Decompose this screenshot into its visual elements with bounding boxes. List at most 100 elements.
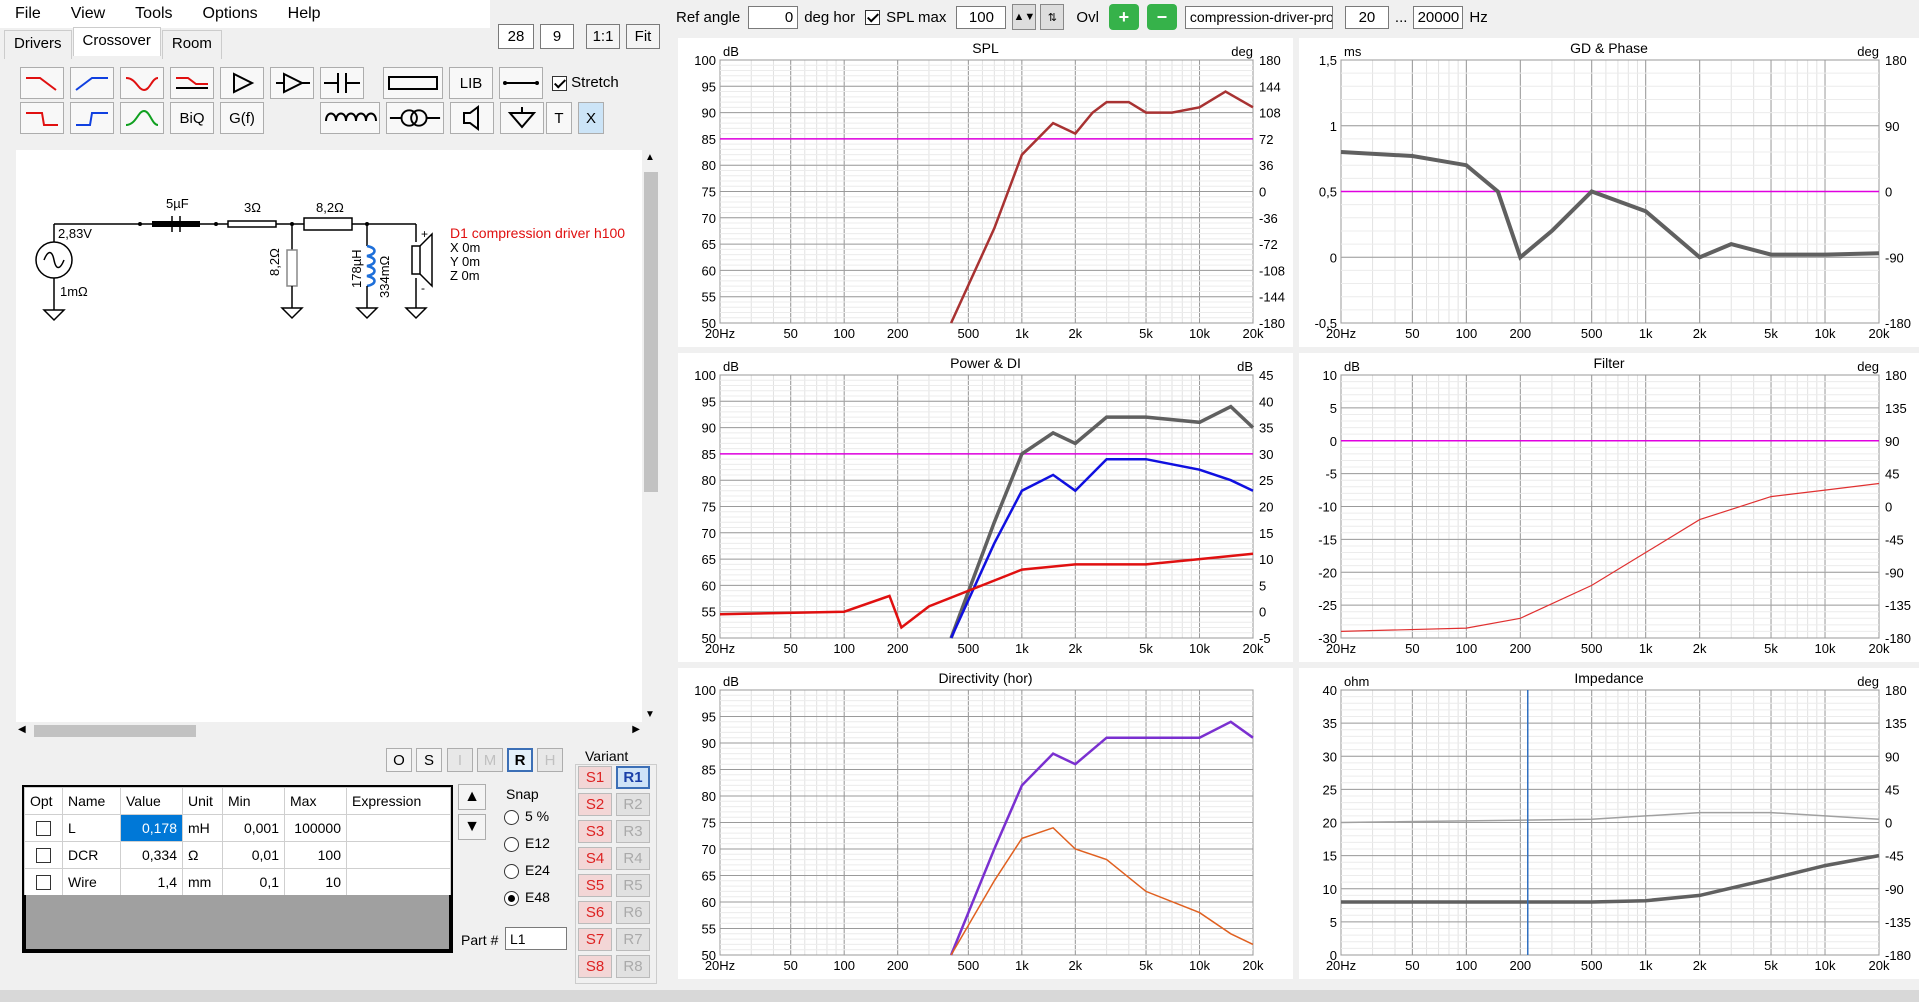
- variant-s2-button[interactable]: S2: [578, 793, 612, 816]
- shelf-button[interactable]: [170, 67, 214, 99]
- variant-r4-button[interactable]: R4: [616, 847, 650, 870]
- ground-button[interactable]: [500, 102, 544, 134]
- param-expression[interactable]: [346, 868, 451, 896]
- move-up-button[interactable]: ▲: [458, 784, 486, 810]
- m-button[interactable]: M: [477, 748, 503, 772]
- s-button[interactable]: S: [416, 748, 442, 772]
- tab-drivers[interactable]: Drivers: [4, 30, 72, 59]
- variant-s1-button[interactable]: S1: [578, 766, 612, 789]
- radio[interactable]: [504, 863, 519, 879]
- snap-option-e24[interactable]: E24: [504, 862, 550, 879]
- freq-min-input[interactable]: 20: [1344, 5, 1389, 29]
- power-di-plot[interactable]: 20Hz 50 100 200 500 1k 2k 5k 10k 20k 100 95 90 85 80 75…: [678, 353, 1293, 662]
- menu-help[interactable]: Help: [273, 5, 336, 23]
- scroll-down-icon[interactable]: ▼: [645, 709, 655, 720]
- r-button[interactable]: R: [507, 748, 533, 772]
- param-max[interactable]: 100000: [284, 814, 347, 842]
- zoom-b-field[interactable]: 9: [540, 24, 574, 49]
- snap-option-e48[interactable]: E48: [504, 889, 550, 906]
- h-button[interactable]: H: [537, 748, 563, 772]
- spl-spin-button[interactable]: ▲▼: [1012, 4, 1037, 30]
- scroll-left-icon[interactable]: ◀: [18, 724, 26, 735]
- freq-max-input[interactable]: 20000: [1413, 5, 1464, 29]
- variant-s5-button[interactable]: S5: [578, 874, 612, 897]
- stretch-checkbox[interactable]: [552, 75, 567, 91]
- impedance-plot[interactable]: 20Hz 50 100 200 500 1k 2k 5k 10k 20k 40 35 30 25 20 15 1…: [1299, 668, 1919, 979]
- i-button[interactable]: I: [447, 748, 473, 772]
- wire-button[interactable]: [499, 67, 543, 99]
- overlay-file-input[interactable]: compression-driver-prote: [1184, 5, 1333, 29]
- library-button[interactable]: LIB: [449, 67, 493, 99]
- radio[interactable]: [504, 809, 519, 825]
- variant-s3-button[interactable]: S3: [578, 820, 612, 843]
- snap-option-e12[interactable]: E12: [504, 835, 550, 852]
- tab-room[interactable]: Room: [161, 30, 222, 59]
- spl-auto-button[interactable]: ⇅: [1040, 4, 1065, 30]
- radio[interactable]: [504, 836, 519, 852]
- param-expression[interactable]: [346, 841, 451, 869]
- spl-plot[interactable]: 20Hz 50 100 200 500 1k 2k 5k 10k 20k 100 95 90 85 80 75…: [678, 38, 1293, 347]
- scroll-up-icon[interactable]: ▲: [645, 152, 655, 163]
- table-row[interactable]: L 0,178 mH 0,001 100000: [24, 814, 451, 842]
- notch-red-button[interactable]: [120, 67, 164, 99]
- horizontal-scroll-thumb[interactable]: [34, 725, 196, 737]
- tab-crossover[interactable]: Crossover: [72, 27, 161, 56]
- variant-r2-button[interactable]: R2: [616, 793, 650, 816]
- zoom-a-field[interactable]: 28: [498, 24, 534, 49]
- lowpass-red-button[interactable]: [20, 67, 64, 99]
- zoom-ratio-button[interactable]: 1:1: [586, 24, 620, 49]
- param-max[interactable]: 100: [284, 841, 347, 869]
- zoom-fit-button[interactable]: Fit: [626, 24, 660, 49]
- table-row[interactable]: Wire 1,4 mm 0,1 10: [24, 868, 451, 896]
- capacitor-button[interactable]: [320, 67, 364, 99]
- variant-r8-button[interactable]: R8: [616, 955, 650, 978]
- variant-r7-button[interactable]: R7: [616, 928, 650, 951]
- remove-overlay-button[interactable]: −: [1146, 4, 1177, 30]
- x-button[interactable]: X: [578, 102, 604, 134]
- variant-s8-button[interactable]: S8: [578, 955, 612, 978]
- o-button[interactable]: O: [386, 748, 412, 772]
- menu-view[interactable]: View: [56, 5, 120, 23]
- highpass-2-button[interactable]: [70, 102, 114, 134]
- transfer-function-button[interactable]: G(f): [220, 102, 264, 134]
- param-value[interactable]: 1,4: [120, 868, 183, 896]
- stretch-option[interactable]: Stretch: [552, 74, 619, 91]
- highpass-blue-button[interactable]: [70, 67, 114, 99]
- filter-plot[interactable]: 20Hz 50 100 200 500 1k 2k 5k 10k 20k 10 5 0 -5 -10 -15-…: [1299, 353, 1919, 662]
- variant-r6-button[interactable]: R6: [616, 901, 650, 924]
- menu-tools[interactable]: Tools: [120, 5, 187, 23]
- bandpass-button[interactable]: [120, 102, 164, 134]
- opamp-button[interactable]: [270, 67, 314, 99]
- menu-file[interactable]: File: [0, 5, 56, 23]
- param-min[interactable]: 0,001: [222, 814, 285, 842]
- scroll-right-icon[interactable]: ▶: [632, 724, 640, 735]
- inductor-button[interactable]: [320, 102, 380, 134]
- resistor-button[interactable]: [383, 67, 443, 99]
- move-down-button[interactable]: ▼: [458, 814, 486, 840]
- t-button[interactable]: T: [546, 102, 572, 134]
- biquad-button[interactable]: BiQ: [170, 102, 214, 134]
- param-min[interactable]: 0,01: [222, 841, 285, 869]
- param-min[interactable]: 0,1: [222, 868, 285, 896]
- amplifier-button[interactable]: [220, 67, 264, 99]
- lowpass-2-button[interactable]: [20, 102, 64, 134]
- variant-s7-button[interactable]: S7: [578, 928, 612, 951]
- variant-r3-button[interactable]: R3: [616, 820, 650, 843]
- param-expression[interactable]: [346, 814, 451, 842]
- gd-phase-plot[interactable]: 20Hz 50 100 200 500 1k 2k 5k 10k 20k 1,5 1 0,5 0 -0,5 1…: [1299, 38, 1919, 347]
- variant-s4-button[interactable]: S4: [578, 847, 612, 870]
- param-value[interactable]: 0,334: [120, 841, 183, 869]
- transformer-button[interactable]: [386, 102, 444, 134]
- radio[interactable]: [504, 890, 519, 906]
- schematic-horizontal-scrollbar[interactable]: ◀ ▶: [16, 722, 642, 740]
- param-value[interactable]: 0,178: [120, 814, 183, 842]
- param-max[interactable]: 10: [284, 868, 347, 896]
- ref-angle-input[interactable]: 0: [748, 5, 799, 29]
- snap-option-5pct[interactable]: 5 %: [504, 808, 549, 825]
- table-row[interactable]: DCR 0,334 Ω 0,01 100: [24, 841, 451, 869]
- directivity-plot[interactable]: 20Hz 50 100 200 500 1k 2k 5k 10k 20k 100 95 90 85 80 75…: [678, 668, 1293, 979]
- variant-r1-button[interactable]: R1: [616, 766, 650, 789]
- spl-max-input[interactable]: 100: [956, 5, 1007, 29]
- part-input[interactable]: L1: [505, 927, 567, 950]
- add-overlay-button[interactable]: +: [1108, 4, 1139, 30]
